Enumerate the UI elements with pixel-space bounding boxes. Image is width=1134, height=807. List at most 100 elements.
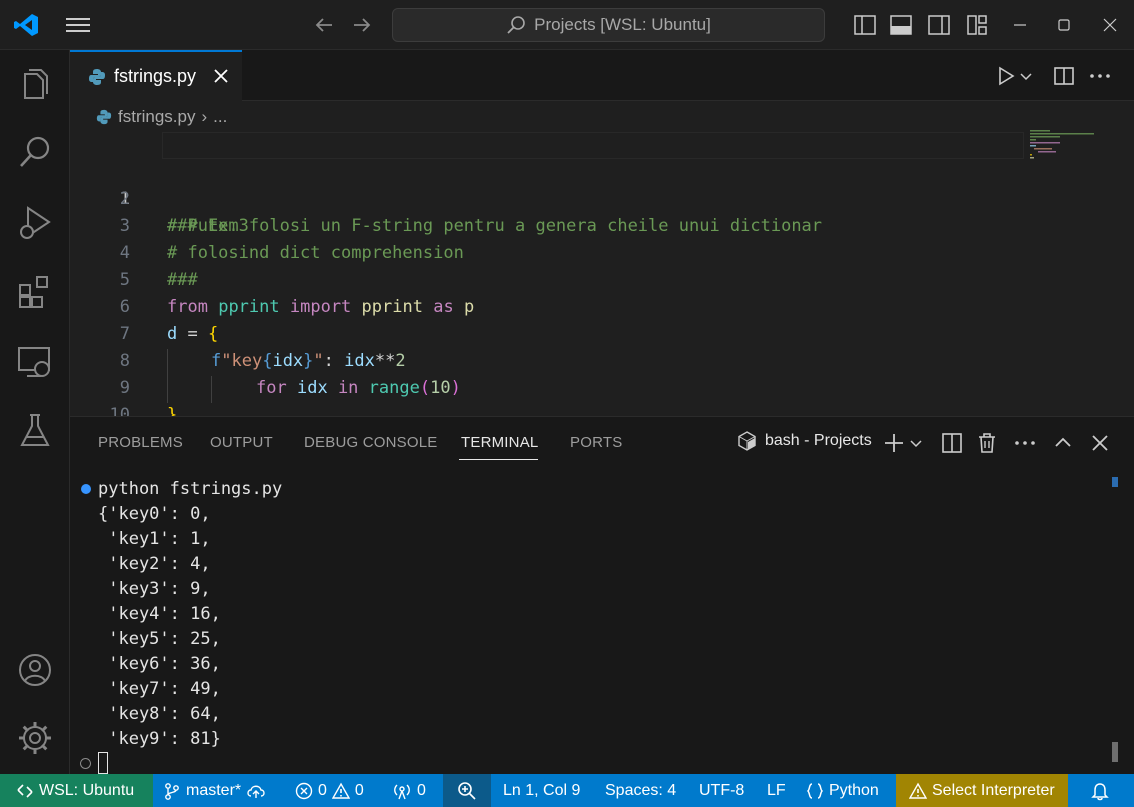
braces-icon [806, 782, 824, 799]
more-actions-ellipsis-icon[interactable] [1087, 64, 1113, 88]
language: Python [829, 781, 879, 799]
tab-problems[interactable]: PROBLEMS [98, 434, 183, 451]
code-line: 6 d = { [70, 267, 1030, 344]
language-mode-item[interactable]: Python [806, 774, 879, 807]
empty-command-decoration-icon [80, 758, 91, 769]
customize-layout-icon[interactable] [965, 13, 989, 37]
select-interpreter-item[interactable]: Select Interpreter [896, 774, 1068, 807]
run-options-chevron-down-icon[interactable] [1018, 64, 1034, 88]
zoom-item[interactable] [443, 774, 491, 807]
bash-terminal-icon [738, 431, 756, 451]
terminal-line: 'key1': 1, [98, 529, 211, 549]
close-panel-icon[interactable] [1088, 431, 1112, 455]
code-line: 5 from pprint import pprint as p [70, 240, 1030, 317]
toggle-panel-icon[interactable] [889, 13, 913, 37]
code-line: 8 for idx in range(10) [70, 321, 1030, 398]
accounts-icon[interactable] [15, 650, 55, 690]
encoding: UTF-8 [699, 781, 745, 799]
indentation-item[interactable]: Spaces: 4 [605, 774, 676, 807]
error-count: 0 [318, 781, 327, 799]
vscode-logo-icon [14, 14, 38, 36]
editor-area: fstrings.py fstrings.py › ... 1 ### Ex.3… [70, 50, 1134, 452]
split-editor-icon[interactable] [1051, 64, 1077, 88]
title-bar: Projects [WSL: Ubuntu] [0, 0, 1134, 50]
terminal-scrollbar[interactable] [1112, 477, 1120, 763]
activity-bar [0, 50, 70, 774]
new-terminal-plus-icon[interactable] [882, 431, 906, 455]
terminal-launch-profile-chevron-down-icon[interactable] [908, 431, 924, 455]
remote-explorer-icon[interactable] [15, 342, 55, 382]
code-line: 3 # folosind dict comprehension [70, 186, 1030, 263]
problems-item[interactable]: 0 0 [295, 774, 364, 807]
code-line: 7 f"key{idx}": idx**2 [70, 294, 1030, 371]
tab-terminal[interactable]: TERMINAL [461, 434, 538, 451]
forwarded-ports-item[interactable]: 0 [392, 774, 426, 807]
run-python-file-icon[interactable] [994, 64, 1020, 88]
close-tab-icon[interactable] [212, 67, 230, 85]
terminal-line: 'key7': 49, [98, 679, 221, 699]
git-branch-item[interactable]: master* [163, 774, 266, 807]
testing-flask-icon[interactable] [15, 410, 55, 450]
toggle-primary-sidebar-icon[interactable] [853, 13, 877, 37]
maximize-panel-chevron-up-icon[interactable] [1051, 431, 1075, 455]
breadcrumb-symbols[interactable]: ... [213, 107, 227, 127]
explorer-files-icon[interactable] [15, 64, 55, 104]
terminal-line: 'key6': 36, [98, 654, 221, 674]
search-text: Projects [WSL: Ubuntu] [534, 15, 711, 34]
eol-item[interactable]: LF [767, 774, 786, 807]
search-icon[interactable] [15, 132, 55, 172]
tab-output[interactable]: OUTPUT [210, 434, 273, 451]
kill-terminal-trash-icon[interactable] [975, 431, 999, 455]
tab-fstrings-py[interactable]: fstrings.py [70, 50, 242, 101]
run-and-debug-icon[interactable] [15, 202, 55, 242]
notifications-item[interactable] [1090, 774, 1110, 807]
active-tab-indicator [459, 459, 538, 460]
bell-icon [1091, 782, 1109, 800]
cursor-position-item[interactable]: Ln 1, Col 9 [503, 774, 580, 807]
settings-gear-icon[interactable] [15, 718, 55, 758]
warning-icon [331, 782, 350, 799]
interpreter-label: Select Interpreter [932, 781, 1055, 799]
indentation: Spaces: 4 [605, 781, 677, 799]
breadcrumb-separator: › [201, 107, 208, 126]
terminal-line: 'key2': 4, [98, 554, 211, 574]
terminal-line: 'key8': 64, [98, 704, 221, 724]
maximize-icon[interactable] [1052, 13, 1076, 37]
toggle-secondary-sidebar-icon[interactable] [927, 13, 951, 37]
terminal-selector[interactable]: bash - Projects [737, 431, 872, 451]
terminal-output[interactable]: python fstrings.py {'key0': 0, 'key1': 1… [70, 477, 1110, 775]
cursor-position: Ln 1, Col 9 [503, 781, 581, 799]
code-line: 10 p(d) [70, 375, 1030, 452]
warning-count: 0 [354, 781, 364, 799]
close-window-icon[interactable] [1098, 13, 1122, 37]
remote-indicator[interactable]: WSL: Ubuntu [0, 774, 153, 807]
current-line-highlight [162, 132, 1024, 159]
scrollbar-marker [1112, 477, 1118, 487]
encoding-item[interactable]: UTF-8 [699, 774, 744, 807]
terminal-line: 'key4': 16, [98, 604, 221, 624]
tab-ports[interactable]: PORTS [570, 434, 622, 451]
extensions-icon[interactable] [15, 272, 55, 312]
publish-cloud-icon [247, 785, 265, 798]
python-file-icon [89, 68, 105, 85]
breadcrumb-file[interactable]: fstrings.py [118, 107, 195, 127]
menu-icon[interactable] [64, 14, 92, 36]
more-actions-ellipsis-icon[interactable] [1013, 431, 1037, 455]
editor-tabs: fstrings.py [70, 50, 1134, 101]
scrollbar-thumb[interactable] [1112, 742, 1118, 762]
back-arrow-icon[interactable] [312, 13, 336, 37]
eol: LF [767, 781, 786, 799]
command-center-search[interactable]: Projects [WSL: Ubuntu] [392, 8, 825, 42]
code-line: 4 ### [70, 213, 1030, 290]
code-editor[interactable]: 1 ### Ex.3 2 # Putem folosi un F-string … [70, 132, 1134, 452]
tab-debug-console[interactable]: DEBUG CONSOLE [304, 434, 437, 451]
search-icon [507, 16, 525, 34]
remote-label: WSL: Ubuntu [39, 781, 135, 799]
split-terminal-icon[interactable] [940, 431, 964, 455]
forward-arrow-icon[interactable] [350, 13, 374, 37]
terminal-name: bash - Projects [765, 432, 872, 449]
code-line: 2 # Putem folosi un F-string pentru a ge… [70, 159, 1030, 236]
minimize-icon[interactable] [1008, 13, 1032, 37]
terminal-line: 'key3': 9, [98, 579, 211, 599]
python-file-icon [96, 109, 112, 125]
